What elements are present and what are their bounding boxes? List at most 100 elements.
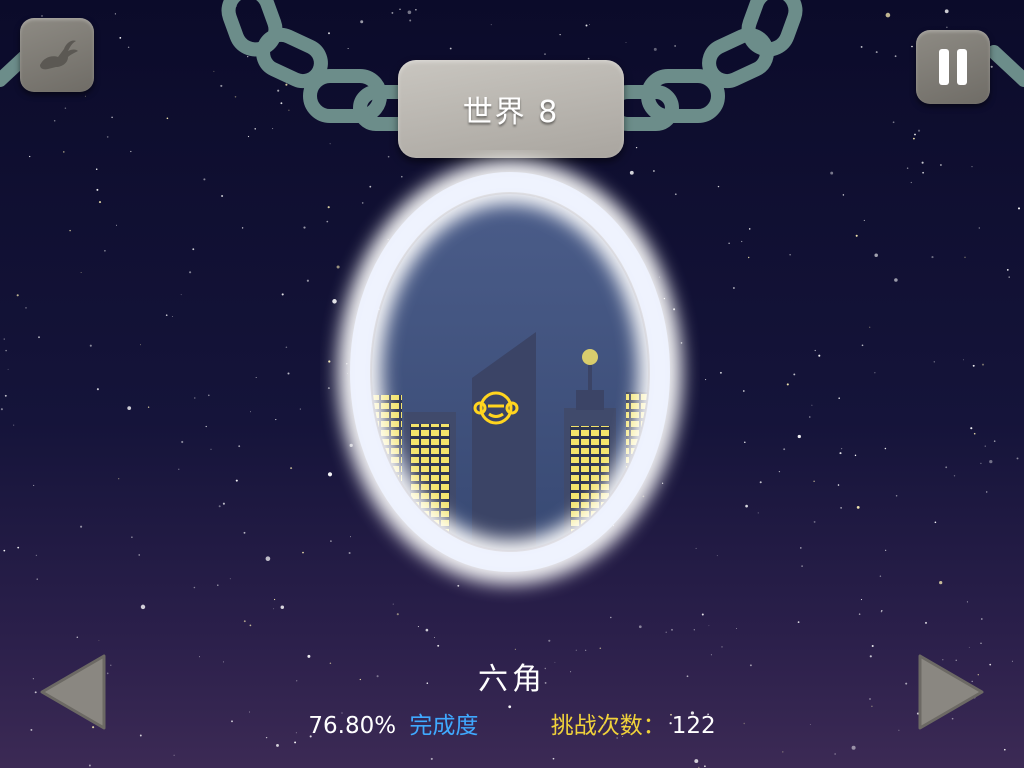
star: [778, 470, 781, 473]
star: [721, 646, 723, 648]
star: [147, 406, 150, 408]
star: [131, 536, 133, 538]
star: [127, 406, 132, 410]
star: [302, 551, 304, 554]
star: [818, 354, 821, 357]
star: [425, 628, 429, 632]
star: [813, 520, 816, 523]
star: [98, 201, 102, 204]
pause-button[interactable]: [916, 30, 990, 104]
star: [855, 234, 858, 237]
star: [809, 416, 811, 418]
star: [280, 605, 285, 609]
star: [139, 344, 141, 346]
star: [728, 242, 730, 244]
star: [514, 648, 517, 650]
star: [171, 316, 173, 317]
star: [35, 554, 38, 557]
star: [4, 394, 7, 397]
level-preview-image: [338, 160, 682, 584]
level-portal[interactable]: [320, 150, 700, 610]
star: [881, 610, 883, 612]
star: [585, 649, 587, 651]
star: [98, 640, 100, 641]
pause-icon: [939, 49, 967, 85]
star: [173, 754, 175, 756]
star: [265, 556, 271, 562]
star: [871, 644, 874, 648]
star: [962, 359, 964, 361]
star: [783, 448, 786, 451]
star: [786, 383, 789, 386]
star: [799, 547, 802, 549]
star: [1003, 748, 1006, 751]
star: [863, 219, 865, 221]
star: [840, 447, 843, 450]
triangle-right-icon: [918, 654, 984, 730]
star: [980, 462, 982, 465]
level-stats: 76.80% 完成度 挑战次数： 122: [0, 706, 1024, 740]
star: [25, 307, 27, 309]
star: [243, 531, 246, 534]
star: [736, 628, 737, 629]
star: [192, 248, 195, 251]
star: [69, 229, 71, 232]
star: [165, 314, 168, 317]
star: [838, 397, 840, 399]
star: [16, 294, 19, 297]
star: [989, 459, 993, 464]
star: [180, 294, 182, 296]
star: [1017, 207, 1021, 210]
star: [858, 613, 861, 615]
star: [205, 425, 207, 428]
star: [671, 628, 673, 631]
rabbit-icon: [40, 40, 78, 70]
star: [273, 608, 275, 610]
star: [241, 227, 244, 229]
previous-level-button[interactable]: [36, 650, 110, 734]
star: [793, 373, 796, 376]
star: [306, 279, 309, 282]
star: [118, 478, 120, 480]
star: [7, 368, 9, 370]
star: [693, 629, 695, 631]
triangle-left-icon: [40, 654, 106, 730]
star: [789, 254, 791, 256]
star: [813, 480, 815, 482]
star: [931, 256, 934, 259]
completion-label: 完成度: [409, 713, 479, 739]
star: [575, 649, 577, 651]
star: [80, 272, 82, 273]
star: [704, 765, 706, 768]
star: [966, 601, 968, 603]
star: [229, 578, 231, 580]
star: [972, 364, 975, 367]
star: [285, 346, 288, 348]
star: [89, 344, 92, 347]
star: [934, 521, 937, 524]
star: [748, 256, 750, 259]
star: [303, 226, 306, 229]
star: [939, 580, 943, 585]
completion-value: 76.80%: [308, 713, 397, 739]
star: [1016, 457, 1019, 460]
star: [757, 512, 759, 514]
star: [973, 432, 976, 435]
star: [299, 408, 301, 410]
star: [17, 546, 20, 549]
star: [874, 372, 876, 374]
speed-button[interactable]: [20, 18, 94, 92]
star: [984, 445, 986, 447]
star: [732, 287, 735, 289]
attempts-value: 122: [671, 713, 716, 739]
star: [953, 475, 956, 477]
star: [716, 555, 718, 557]
star: [782, 751, 784, 753]
star: [719, 371, 722, 374]
star: [548, 639, 551, 642]
next-level-button[interactable]: [914, 650, 988, 734]
star: [138, 554, 140, 556]
star: [895, 495, 898, 497]
star: [1008, 276, 1010, 278]
star: [861, 344, 864, 347]
